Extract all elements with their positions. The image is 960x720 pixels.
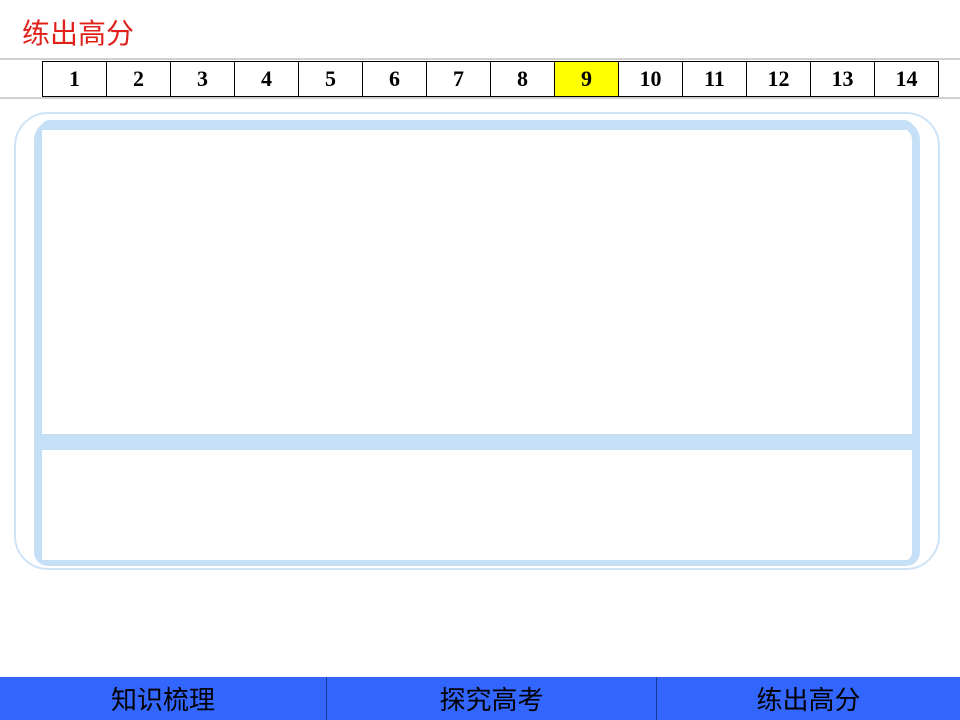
question-button-6[interactable]: 6 [363,61,427,97]
answer-content-area [42,450,908,560]
question-button-2[interactable]: 2 [107,61,171,97]
question-number-nav: 1 2 3 4 5 6 7 8 9 10 11 12 13 14 [42,61,939,97]
footer-tab-knowledge-review[interactable]: 知识梳理 [0,677,327,720]
question-button-11[interactable]: 11 [683,61,747,97]
question-button-9-active[interactable]: 9 [555,61,619,97]
header-bottom-rule [0,97,960,99]
question-button-7[interactable]: 7 [427,61,491,97]
question-button-1[interactable]: 1 [43,61,107,97]
footer-tab-practice-high-score[interactable]: 练出高分 [657,677,960,720]
slide-page: 练出高分 1 2 3 4 5 6 7 8 9 10 11 12 13 14 知识… [0,0,960,720]
content-divider [34,434,920,450]
footer-nav: 知识梳理 探究高考 练出高分 [0,677,960,720]
question-button-4[interactable]: 4 [235,61,299,97]
question-content-area [42,130,908,434]
question-button-10[interactable]: 10 [619,61,683,97]
question-button-5[interactable]: 5 [299,61,363,97]
footer-tab-explore-exam[interactable]: 探究高考 [327,677,657,720]
question-button-13[interactable]: 13 [811,61,875,97]
content-frame-top-band [40,120,914,130]
question-button-14[interactable]: 14 [875,61,939,97]
question-button-8[interactable]: 8 [491,61,555,97]
header-top-rule [0,58,960,60]
question-button-3[interactable]: 3 [171,61,235,97]
page-title: 练出高分 [22,17,135,50]
question-button-12[interactable]: 12 [747,61,811,97]
